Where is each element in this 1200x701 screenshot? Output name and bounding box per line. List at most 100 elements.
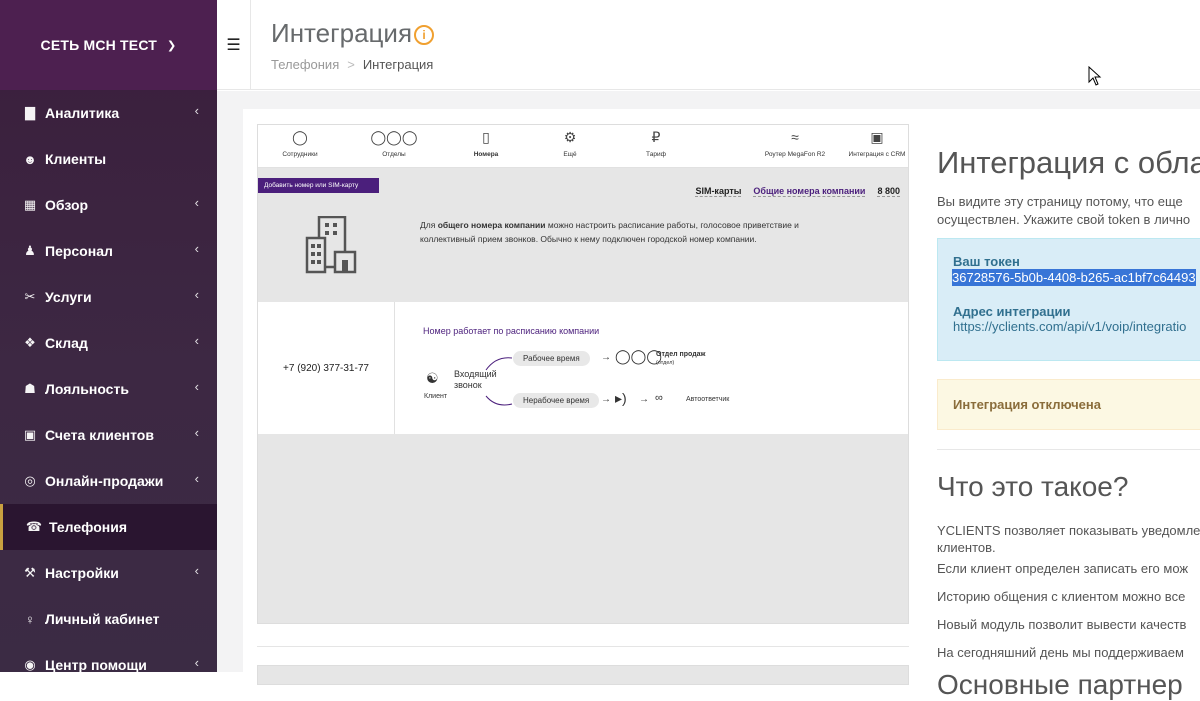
chevron-left-icon: ‹ — [195, 471, 199, 486]
breadcrumb-link-telephony[interactable]: Телефония — [271, 57, 339, 72]
integration-status-alert: Интеграция отключена — [937, 379, 1200, 430]
preview-client-label: Клиент — [424, 393, 447, 400]
token-label: Ваш токен — [953, 254, 1200, 269]
sidebar-item-10[interactable]: ⚒Настройки‹ — [0, 550, 217, 596]
arrow-right-icon: → — [601, 352, 611, 363]
mobile-icon: ▯ — [446, 129, 526, 151]
preview-tab-crm: ▣Интеграция с CRM — [834, 129, 909, 158]
main-content: ◯Сотрудники ◯◯◯Отделы ▯Номера ⚙Ещё ₽Тари… — [217, 91, 1200, 672]
divider — [257, 646, 909, 647]
menu-toggle-icon[interactable]: ☰ — [217, 0, 251, 90]
preview-number-info: Добавить номер или SIM-карту SIM-картыОб… — [258, 168, 908, 302]
integration-title: Интеграция с обла — [937, 145, 1200, 181]
preview-phone-number: +7 (920) 377-31-77 — [258, 302, 395, 434]
sidebar-item-label: Обзор — [45, 197, 88, 213]
building-icon — [305, 216, 357, 274]
sidebar-item-0[interactable]: ▇Аналитика‹ — [0, 90, 217, 136]
ruble-icon: ₽ — [616, 129, 696, 151]
page-title: Интеграция — [271, 18, 412, 49]
divider — [937, 449, 1200, 450]
preview-schedule: +7 (920) 377-31-77 Номер работает по рас… — [258, 302, 908, 434]
chevron-left-icon: ‹ — [195, 655, 199, 670]
sidebar-item-1[interactable]: ☻ Клиенты — [0, 136, 217, 182]
preview-image-2 — [257, 665, 909, 685]
sidebar-item-label: Склад — [45, 335, 88, 351]
preview-link-company-numbers: Общие номера компании — [753, 186, 865, 197]
breadcrumb-separator: > — [347, 57, 355, 72]
chevron-left-icon: ‹ — [195, 563, 199, 578]
arrow-right-icon: → — [639, 394, 649, 405]
sidebar-item-label: Счета клиентов — [45, 427, 154, 443]
sidebar-item-label: Персонал — [45, 243, 113, 259]
sidebar-item-4[interactable]: ✂ Услуги ‹ — [0, 274, 217, 320]
mouse-cursor-icon — [1088, 66, 1104, 86]
address-value[interactable]: https://yclients.com/api/v1/voip/integra… — [953, 319, 1200, 334]
token-box: Ваш токен 36728576-5b0b-4408-b265-ac1bf7… — [937, 238, 1200, 361]
top-bar: ☰ Интеграция i Телефония>Интеграция — [217, 0, 1200, 90]
preview-work-time: Рабочее время — [513, 351, 590, 366]
briefcase-icon: ▣ — [21, 427, 39, 443]
preview-tab-tariff: ₽Тариф — [616, 129, 696, 158]
info-icon[interactable]: i — [414, 25, 434, 45]
preview-tab-numbers: ▯Номера — [446, 129, 526, 158]
preview-tab-employees: ◯Сотрудники — [260, 129, 340, 158]
chevron-left-icon: ‹ — [195, 425, 199, 440]
breadcrumb: Телефония>Интеграция — [271, 57, 433, 72]
preview-link-sim: SIM-карты — [695, 186, 741, 197]
sidebar-item-label: Личный кабинет — [45, 611, 159, 627]
preview-schedule-title: Номер работает по расписанию компании — [423, 326, 599, 336]
partners-title: Основные партнер — [937, 669, 1183, 701]
sidebar-item-5[interactable]: ❖ Склад ‹ — [0, 320, 217, 366]
person-icon: ♀ — [21, 612, 39, 627]
chevron-left-icon: ‹ — [195, 241, 199, 256]
sidebar-item-label: Онлайн-продажи — [45, 473, 163, 489]
sidebar-item-2[interactable]: ▦Обзор‹ — [0, 182, 217, 228]
preview-tabs: ◯Сотрудники ◯◯◯Отделы ▯Номера ⚙Ещё ₽Тари… — [258, 125, 908, 168]
sidebar-item-7[interactable]: ▣ Счета клиентов ‹ — [0, 412, 217, 458]
preview-description: Для общего номера компании можно настрои… — [420, 218, 800, 246]
sidebar-item-12[interactable]: ◉ Центр помощи ‹ — [0, 642, 217, 672]
sidebar-item-label: Лояльность — [45, 381, 129, 397]
group-icon: ◯◯◯ — [615, 348, 662, 365]
grid-icon: ▦ — [21, 197, 39, 213]
content-panel: ◯Сотрудники ◯◯◯Отделы ▯Номера ⚙Ещё ₽Тари… — [243, 109, 1200, 679]
sidebar-item-label: Клиенты — [45, 151, 106, 167]
sidebar-item-label: Центр помощи — [45, 657, 147, 672]
preview-off-time: Нерабочее время — [513, 393, 599, 408]
users-icon: ☻ — [21, 152, 39, 167]
cubes-icon: ❖ — [21, 335, 39, 351]
group-icon: ◯◯◯ — [354, 129, 434, 151]
sidebar-item-label: Телефония — [49, 519, 127, 535]
sidebar-item-6[interactable]: ☗ Лояльность ‹ — [0, 366, 217, 412]
what-is-it-title: Что это такое? — [937, 471, 1128, 503]
lifebuoy-icon: ◉ — [21, 657, 39, 672]
sidebar-item-11[interactable]: ♀ Личный кабинет — [0, 596, 217, 642]
paragraph-5: На сегодняшний день мы поддерживаем — [937, 644, 1184, 661]
wrench-icon: ⚒ — [21, 565, 39, 581]
globe-icon: ◎ — [21, 473, 39, 489]
sidebar-item-label: Услуги — [45, 289, 92, 305]
branch-arrows-icon — [484, 352, 516, 412]
sidebar-item-9[interactable]: ☎ Телефония — [0, 504, 217, 550]
chevron-down-icon: ❯ — [167, 39, 176, 52]
scissors-icon: ✂ — [21, 289, 39, 305]
chevron-left-icon: ‹ — [195, 287, 199, 302]
sidebar: СЕТЬ МСН ТЕСТ ❯ ▇Аналитика‹ ☻ Клиенты ▦ Обзо… — [0, 0, 217, 672]
company-name: СЕТЬ МСН ТЕСТ — [41, 37, 158, 53]
user-icon: ◯ — [260, 129, 340, 151]
address-label: Адрес интеграции — [953, 304, 1200, 319]
integration-description: Вы видите эту страницу потому, что еще о… — [937, 193, 1190, 229]
gift-icon: ☗ — [21, 381, 39, 397]
sidebar-item-3[interactable]: ♟ Персонал ‹ — [0, 228, 217, 274]
chevron-left-icon: ‹ — [195, 379, 199, 394]
company-switcher[interactable]: СЕТЬ МСН ТЕСТ ❯ — [0, 0, 217, 90]
arrow-right-icon: → — [601, 394, 611, 405]
preview-tab-departments: ◯◯◯Отделы — [354, 129, 434, 158]
chevron-left-icon: ‹ — [195, 333, 199, 348]
token-value[interactable]: 36728576-5b0b-4408-b265-ac1bf7c64493 — [952, 269, 1196, 286]
phone-icon: ☎ — [25, 519, 43, 535]
user-icon: ♟ — [21, 243, 39, 259]
crm-icon: ▣ — [834, 129, 909, 151]
sidebar-nav: ▇Аналитика‹ ☻ Клиенты ▦ Обзор ‹ ♟ Персонал ‹ ✂ Усл… — [0, 90, 217, 672]
sidebar-item-8[interactable]: ◎ Онлайн-продажи ‹ — [0, 458, 217, 504]
